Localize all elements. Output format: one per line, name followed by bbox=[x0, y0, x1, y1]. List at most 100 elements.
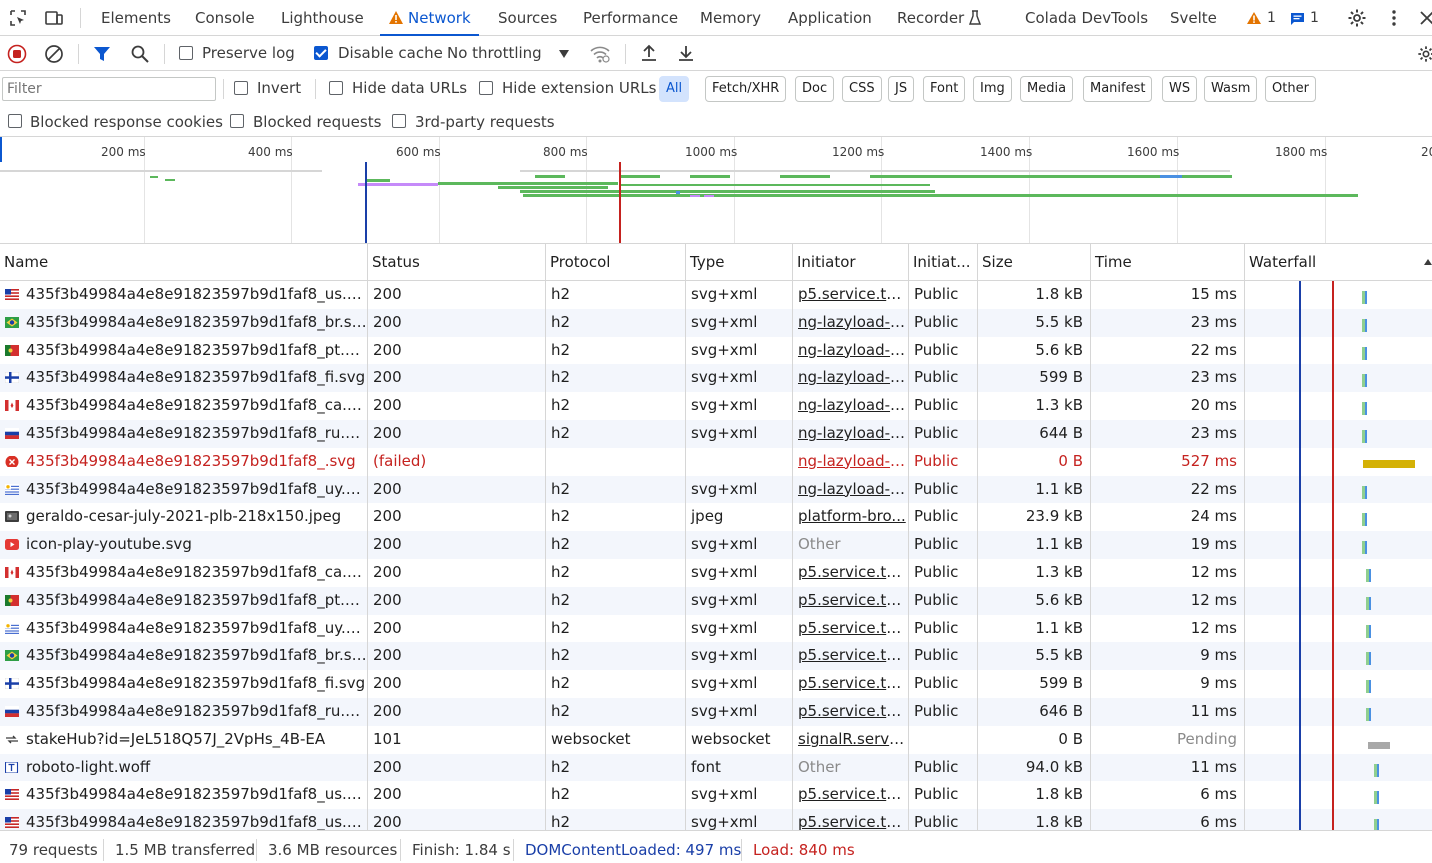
filter-type-other[interactable]: Other bbox=[1265, 76, 1316, 102]
table-row[interactable]: stakeHub?id=JeL518Q57J_2VpHs_4B-EA 101 web… bbox=[0, 726, 1432, 754]
table-row[interactable]: 435f3b49984a4e8e91823597b9d1faf8_ca.svg 2… bbox=[0, 392, 1432, 420]
table-row[interactable]: 435f3b49984a4e8e91823597b9d1faf8_.svg (fa… bbox=[0, 448, 1432, 476]
filter-type-img[interactable]: Img bbox=[973, 76, 1012, 102]
column-header-waterfall[interactable]: Waterfall bbox=[1245, 244, 1425, 281]
settings-gear-icon[interactable] bbox=[1347, 8, 1367, 28]
request-initiator[interactable]: p5.service.ts:30 bbox=[793, 698, 908, 726]
table-row[interactable]: 435f3b49984a4e8e91823597b9d1faf8_pt.svg 2… bbox=[0, 586, 1432, 615]
tab-network[interactable]: Network bbox=[380, 0, 479, 36]
hide-data-urls-checkbox[interactable] bbox=[329, 81, 343, 95]
request-initiator[interactable]: p5.service.ts:30 bbox=[793, 281, 908, 309]
request-name[interactable]: 435f3b49984a4e8e91823597b9d1faf8_br.svg bbox=[21, 642, 367, 670]
table-row[interactable]: 435f3b49984a4e8e91823597b9d1faf8_fi.svg 2… bbox=[0, 364, 1432, 393]
table-row[interactable]: geraldo-cesar-july-2021-plb-218x150.jpeg… bbox=[0, 503, 1432, 531]
request-name[interactable]: roboto-light.woff bbox=[21, 754, 367, 782]
messages-badge[interactable]: 1 bbox=[1290, 0, 1319, 36]
blocked-requests-checkbox[interactable] bbox=[230, 114, 244, 128]
filter-icon[interactable] bbox=[93, 45, 111, 63]
table-row[interactable]: icon-play-youtube.svg 200 h2 svg+xml Other Pu… bbox=[0, 531, 1432, 559]
request-name[interactable]: stakeHub?id=JeL518Q57J_2VpHs_4B-EA bbox=[21, 726, 367, 754]
request-initiator[interactable]: ng-lazyload-i... bbox=[793, 364, 908, 392]
tab-memory[interactable]: Memory bbox=[700, 0, 761, 36]
invert-checkbox[interactable] bbox=[234, 81, 248, 95]
hide-extension-urls-checkbox[interactable] bbox=[479, 81, 493, 95]
filter-type-js[interactable]: JS bbox=[888, 76, 915, 102]
request-name[interactable]: 435f3b49984a4e8e91823597b9d1faf8_fi.svg bbox=[21, 364, 367, 392]
request-name[interactable]: icon-play-youtube.svg bbox=[21, 531, 367, 559]
warnings-badge[interactable]: 1 bbox=[1246, 0, 1276, 36]
column-header-size[interactable]: Size bbox=[978, 244, 1090, 281]
tab-recorder[interactable]: Recorder bbox=[897, 0, 981, 36]
request-name[interactable]: 435f3b49984a4e8e91823597b9d1faf8_us.svg bbox=[21, 809, 367, 830]
request-name[interactable]: geraldo-cesar-july-2021-plb-218x150.jpeg bbox=[21, 503, 367, 531]
preserve-log-checkbox[interactable] bbox=[179, 46, 193, 60]
request-initiator[interactable]: p5.service.ts:40 bbox=[793, 781, 908, 809]
request-name[interactable]: 435f3b49984a4e8e91823597b9d1faf8_ru.svg bbox=[21, 698, 367, 726]
request-initiator[interactable]: ng-lazyload-i... bbox=[793, 309, 908, 337]
close-devtools-icon[interactable] bbox=[1417, 8, 1432, 28]
request-initiator[interactable]: ng-lazyload-i... bbox=[793, 448, 908, 476]
request-name[interactable]: 435f3b49984a4e8e91823597b9d1faf8_uy.svg bbox=[21, 476, 367, 504]
request-name[interactable]: 435f3b49984a4e8e91823597b9d1faf8_fi.svg bbox=[21, 670, 367, 698]
tab-colada-devtools[interactable]: Colada DevTools bbox=[1025, 0, 1148, 36]
table-row[interactable]: 435f3b49984a4e8e91823597b9d1faf8_uy.svg 2… bbox=[0, 475, 1432, 504]
third-party-requests-checkbox[interactable] bbox=[392, 114, 406, 128]
request-name[interactable]: 435f3b49984a4e8e91823597b9d1faf8_us.svg bbox=[21, 281, 367, 309]
table-row[interactable]: 435f3b49984a4e8e91823597b9d1faf8_fi.svg 2… bbox=[0, 670, 1432, 698]
column-header-type[interactable]: Type bbox=[686, 244, 792, 281]
filter-type-all[interactable]: All bbox=[659, 76, 690, 102]
request-initiator[interactable]: p5.service.ts:30 bbox=[793, 615, 908, 643]
network-conditions-icon[interactable] bbox=[589, 44, 611, 64]
table-row[interactable]: 435f3b49984a4e8e91823597b9d1faf8_ru.svg 2… bbox=[0, 698, 1432, 726]
network-overview-timeline[interactable]: 200 ms 400 ms 600 ms 800 ms 1000 ms 1200… bbox=[0, 137, 1432, 244]
request-initiator[interactable]: ng-lazyload-i... bbox=[793, 337, 908, 365]
clear-icon[interactable] bbox=[44, 44, 64, 64]
tab-performance[interactable]: Performance bbox=[583, 0, 678, 36]
stop-recording-icon[interactable] bbox=[7, 44, 27, 64]
request-name[interactable]: 435f3b49984a4e8e91823597b9d1faf8_uy.svg bbox=[21, 615, 367, 643]
search-icon[interactable] bbox=[130, 44, 150, 64]
import-har-icon[interactable] bbox=[639, 43, 659, 63]
request-initiator[interactable]: ng-lazyload-i... bbox=[793, 476, 908, 504]
request-initiator[interactable]: p5.service.ts:30 bbox=[793, 642, 908, 670]
request-name[interactable]: 435f3b49984a4e8e91823597b9d1faf8_ca.svg bbox=[21, 559, 367, 587]
filter-type-css[interactable]: CSS bbox=[842, 76, 882, 102]
network-settings-icon[interactable] bbox=[1417, 44, 1432, 64]
request-initiator[interactable]: p5.service.ts:30 bbox=[793, 809, 908, 830]
filter-type-ws[interactable]: WS bbox=[1162, 76, 1198, 102]
request-initiator[interactable]: p5.service.ts:30 bbox=[793, 587, 908, 615]
blocked-response-cookies-checkbox[interactable] bbox=[8, 114, 22, 128]
filter-input[interactable] bbox=[2, 77, 216, 101]
filter-type-manifest[interactable]: Manifest bbox=[1083, 76, 1153, 102]
filter-type-fetch-xhr[interactable]: Fetch/XHR bbox=[705, 76, 787, 102]
tab-console[interactable]: Console bbox=[195, 0, 255, 36]
request-initiator[interactable]: signalR.servic... bbox=[793, 726, 908, 754]
tab-lighthouse[interactable]: Lighthouse bbox=[281, 0, 364, 36]
tab-sources[interactable]: Sources bbox=[498, 0, 557, 36]
table-row[interactable]: 435f3b49984a4e8e91823597b9d1faf8_ca.svg 2… bbox=[0, 559, 1432, 587]
request-initiator[interactable]: ng-lazyload-i... bbox=[793, 392, 908, 420]
request-initiator[interactable]: ng-lazyload-i... bbox=[793, 420, 908, 448]
request-initiator[interactable]: p5.service.ts:30 bbox=[793, 559, 908, 587]
table-row[interactable]: 435f3b49984a4e8e91823597b9d1faf8_br.svg 2… bbox=[0, 308, 1432, 337]
request-name[interactable]: 435f3b49984a4e8e91823597b9d1faf8_br.svg bbox=[21, 309, 367, 337]
table-row[interactable]: 435f3b49984a4e8e91823597b9d1faf8_br.svg 2… bbox=[0, 642, 1432, 671]
table-row[interactable]: 435f3b49984a4e8e91823597b9d1faf8_us.svg 2… bbox=[0, 809, 1432, 830]
filter-type-doc[interactable]: Doc bbox=[795, 76, 835, 102]
tab-elements[interactable]: Elements bbox=[101, 0, 171, 36]
filter-type-font[interactable]: Font bbox=[923, 76, 966, 102]
filter-type-media[interactable]: Media bbox=[1020, 76, 1074, 102]
request-name[interactable]: 435f3b49984a4e8e91823597b9d1faf8_pt.svg bbox=[21, 337, 367, 365]
column-header-initiator-address-space[interactable]: Initiat... bbox=[909, 244, 977, 281]
inspect-element-icon[interactable] bbox=[8, 8, 28, 28]
table-row[interactable]: 435f3b49984a4e8e91823597b9d1faf8_ru.svg 2… bbox=[0, 420, 1432, 448]
table-row[interactable]: 435f3b49984a4e8e91823597b9d1faf8_us.svg 2… bbox=[0, 781, 1432, 809]
column-header-status[interactable]: Status bbox=[368, 244, 545, 281]
chevron-down-icon[interactable] bbox=[558, 49, 570, 59]
table-row[interactable]: 435f3b49984a4e8e91823597b9d1faf8_us.svg 2… bbox=[0, 281, 1432, 309]
table-row[interactable]: 435f3b49984a4e8e91823597b9d1faf8_uy.svg 2… bbox=[0, 615, 1432, 643]
throttling-select[interactable]: No throttling bbox=[447, 36, 542, 71]
request-name[interactable]: 435f3b49984a4e8e91823597b9d1faf8_.svg bbox=[21, 448, 367, 476]
request-name[interactable]: 435f3b49984a4e8e91823597b9d1faf8_ru.svg bbox=[21, 420, 367, 448]
table-row[interactable]: roboto-light.woff 200 h2 font Other Public 94.… bbox=[0, 753, 1432, 782]
